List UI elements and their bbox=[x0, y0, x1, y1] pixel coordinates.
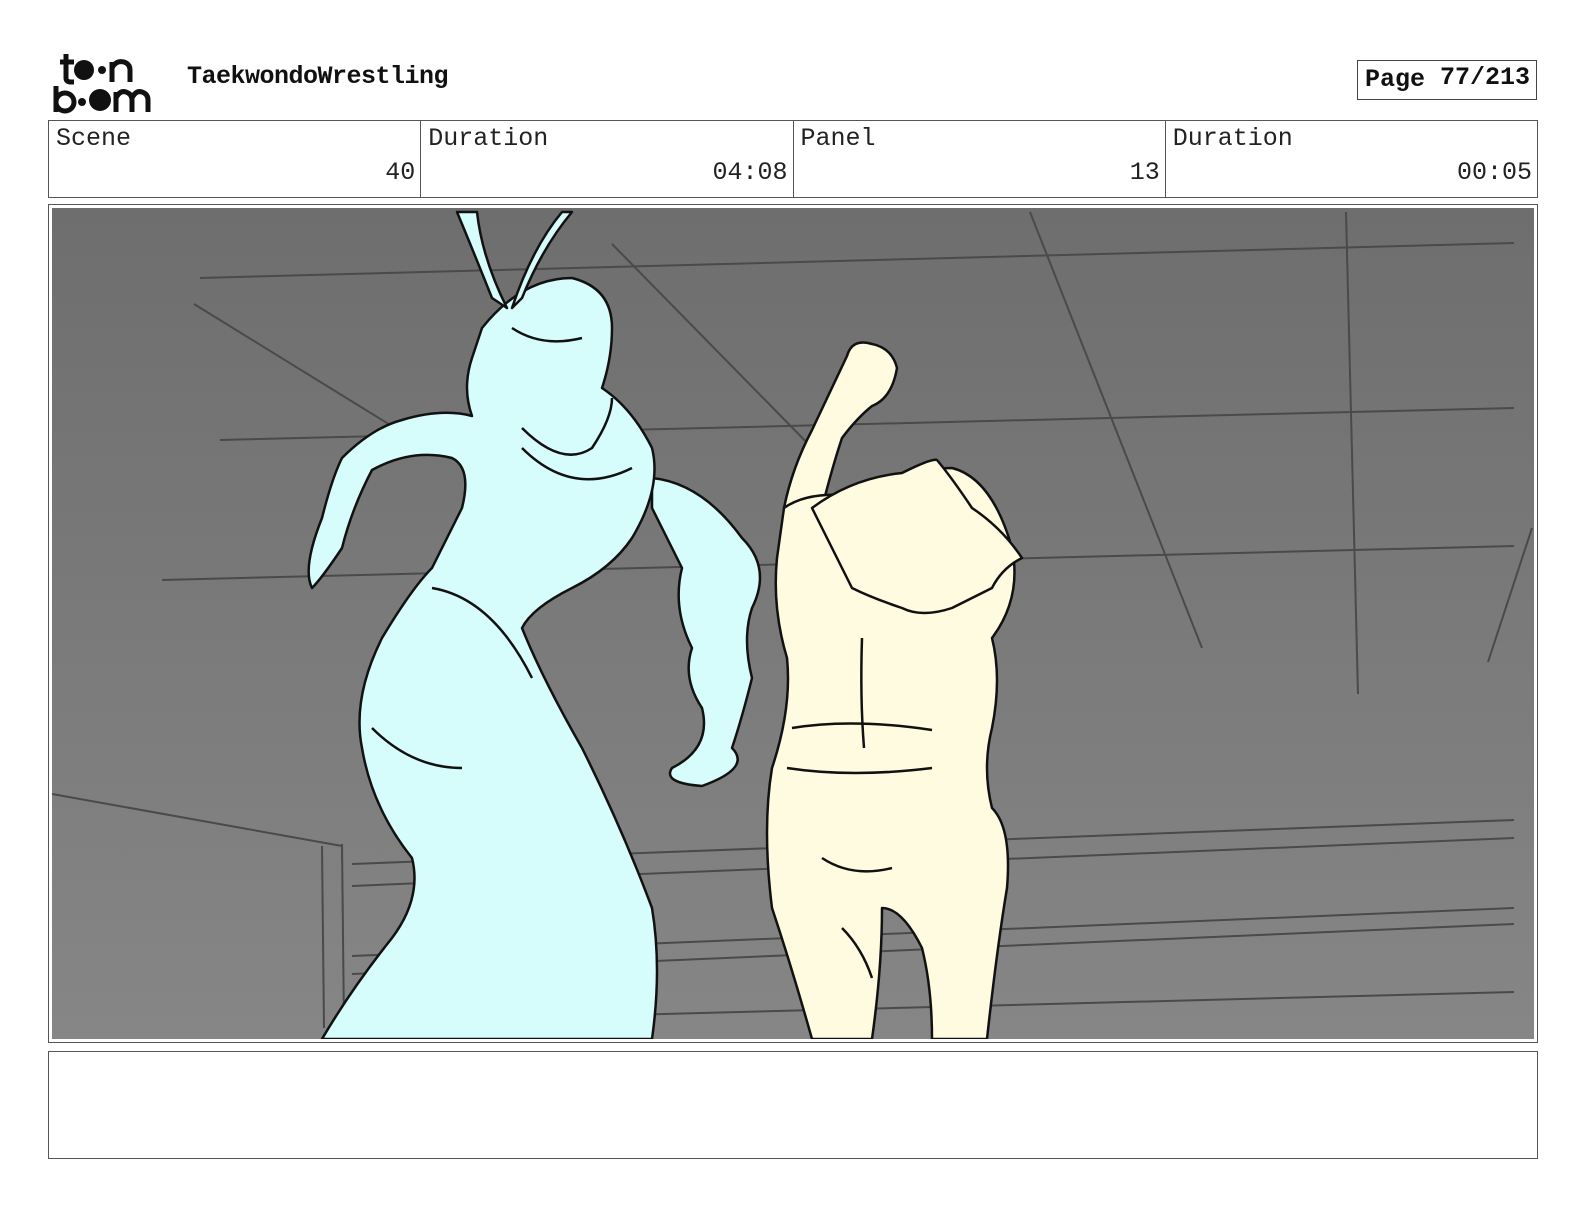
page-number: 77/213 bbox=[1439, 63, 1530, 92]
scene-info-table: Scene 40 Duration 04:08 Panel 13 Duratio… bbox=[48, 120, 1538, 198]
scene-duration-cell: Duration 04:08 bbox=[421, 121, 794, 197]
project-title: TaekwondoWrestling bbox=[187, 62, 449, 91]
scene-duration-value: 04:08 bbox=[712, 158, 788, 187]
panel-label: Panel bbox=[800, 124, 876, 153]
panel-drawing bbox=[52, 208, 1534, 1039]
panel-illustration bbox=[52, 208, 1534, 1039]
page-label: Page bbox=[1365, 65, 1426, 94]
scene-cell: Scene 40 bbox=[49, 121, 422, 197]
panel-cell: Panel 13 bbox=[794, 121, 1166, 197]
storyboard-panel bbox=[48, 204, 1538, 1043]
scene-value: 40 bbox=[385, 158, 416, 187]
scene-label: Scene bbox=[56, 124, 132, 153]
scene-duration-label: Duration bbox=[428, 124, 549, 153]
panel-duration-label: Duration bbox=[1172, 124, 1293, 153]
page-indicator: Page 77/213 bbox=[1357, 60, 1537, 100]
toon-boom-logo bbox=[50, 50, 166, 114]
panel-duration-value: 00:05 bbox=[1456, 158, 1532, 187]
panel-duration-cell: Duration 00:05 bbox=[1166, 121, 1537, 197]
panel-value: 13 bbox=[1129, 158, 1160, 187]
panel-notes-box bbox=[48, 1051, 1538, 1159]
